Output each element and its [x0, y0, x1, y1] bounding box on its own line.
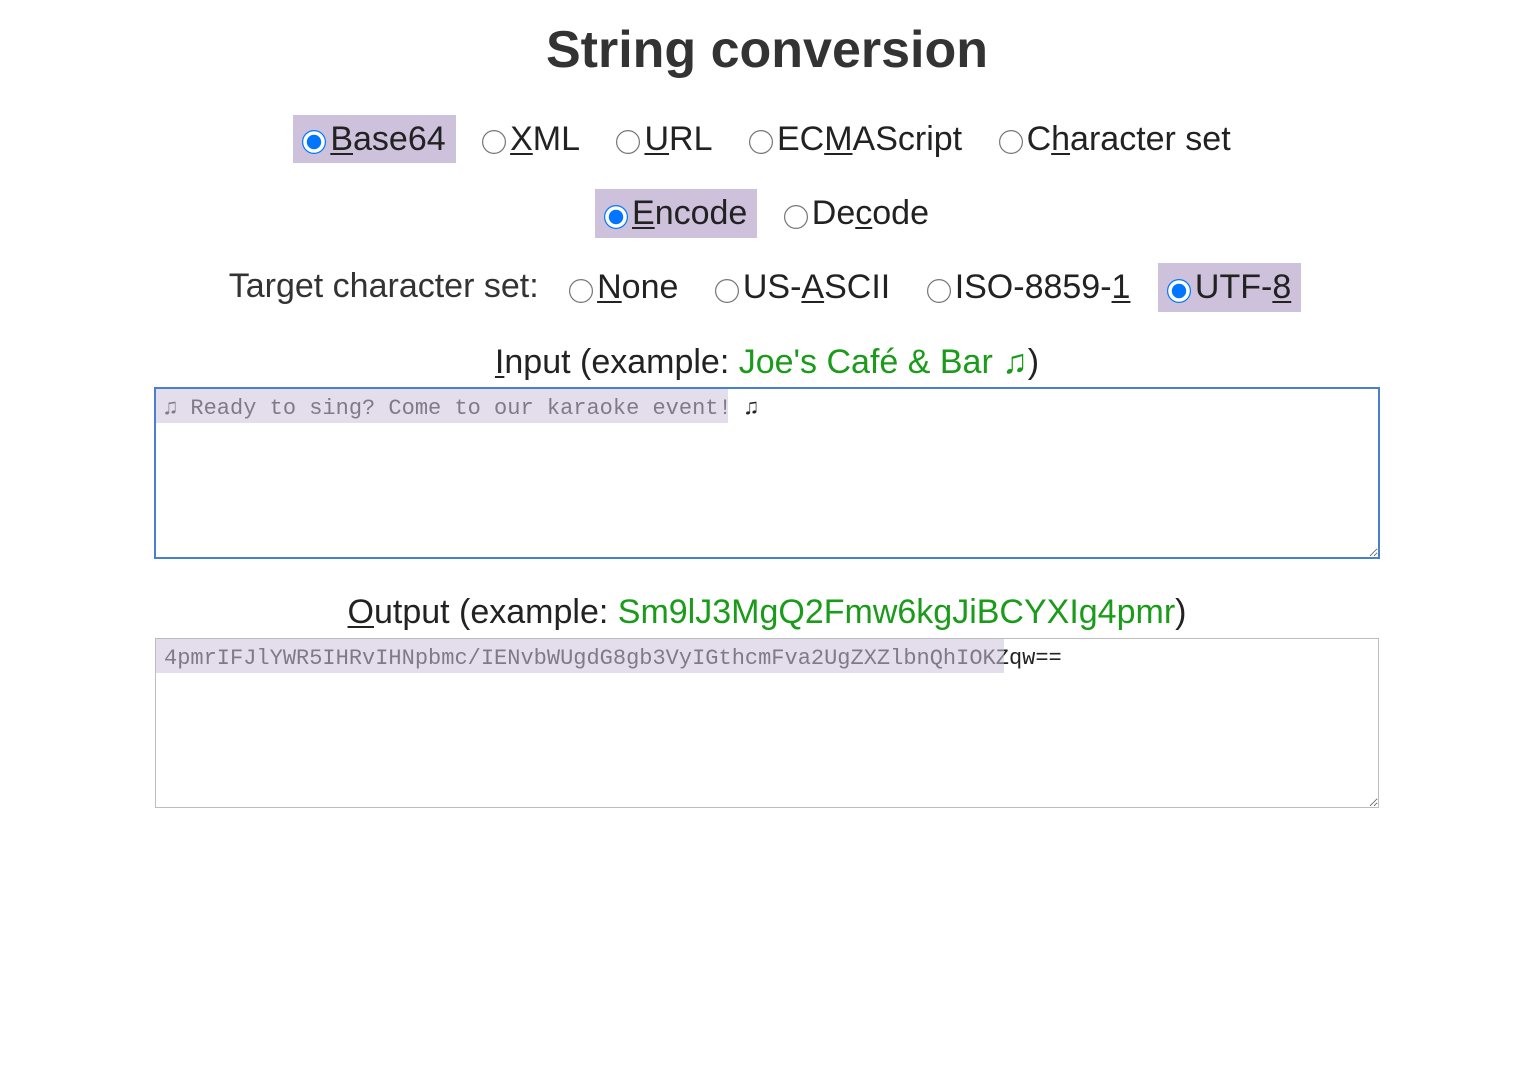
output-label-rest: utput (example: [374, 593, 618, 631]
charset-row: Target character set: None US-ASCII ISO-… [0, 259, 1534, 313]
charset-option-iso[interactable]: ISO-8859-1 [918, 263, 1141, 312]
mode-label-pre-ecma: EC [777, 120, 824, 158]
mode-option-url[interactable]: URL [607, 115, 722, 164]
input-textarea[interactable] [155, 388, 1379, 558]
output-label-close: ) [1175, 593, 1186, 631]
charset-radio-iso[interactable] [927, 279, 951, 303]
direction-option-encode[interactable]: Encode [595, 189, 757, 238]
output-textarea[interactable] [155, 638, 1379, 808]
input-label-rest: nput (example: [504, 343, 738, 381]
input-example-link[interactable]: Joe's Café & Bar ♫ [739, 343, 1028, 381]
mode-row: Base64 XML URL ECMAScript Character set [0, 110, 1534, 164]
mode-radio-base64[interactable] [302, 130, 326, 154]
charset-option-ascii[interactable]: US-ASCII [706, 263, 900, 312]
charset-radio-utf8[interactable] [1167, 279, 1191, 303]
output-section-title: Output (example: Sm9lJ3MgQ2Fmw6kgJiBCYXI… [0, 593, 1534, 632]
output-example-link[interactable]: Sm9lJ3MgQ2Fmw6kgJiBCYXIg4pmr [618, 593, 1175, 631]
mode-label-post-url: RL [669, 120, 712, 158]
direction-row: Encode Decode [0, 184, 1534, 238]
charset-label: Target character set: [229, 267, 539, 305]
charset-label-post-none: one [622, 268, 679, 306]
output-label-key: O [348, 593, 374, 631]
direction-label-key-decode: c [855, 194, 872, 232]
input-textarea-wrap [155, 388, 1379, 563]
direction-label-pre-decode: De [812, 194, 855, 232]
mode-label-key-base64: B [330, 120, 353, 158]
direction-radio-decode[interactable] [784, 205, 808, 229]
mode-radio-charset[interactable] [999, 130, 1023, 154]
mode-label-key-ecma: M [824, 120, 852, 158]
mode-label-post-charset: aracter set [1070, 120, 1231, 158]
charset-label-post-ascii: SCII [824, 268, 890, 306]
mode-label-key-url: U [644, 120, 669, 158]
mode-label-key-xml: X [510, 120, 533, 158]
direction-option-decode[interactable]: Decode [775, 189, 939, 238]
charset-label-key-iso: 1 [1112, 268, 1131, 306]
page-title: String conversion [0, 20, 1534, 80]
mode-option-ecma[interactable]: ECMAScript [740, 115, 972, 164]
mode-label-post-base64: ase64 [353, 120, 446, 158]
mode-option-xml[interactable]: XML [473, 115, 590, 164]
mode-radio-ecma[interactable] [749, 130, 773, 154]
mode-label-post-xml: ML [533, 120, 580, 158]
mode-label-post-ecma: AScript [853, 120, 963, 158]
direction-label-key-encode: E [632, 194, 655, 232]
charset-label-pre-utf8: UTF- [1195, 268, 1272, 306]
page-root: String conversion Base64 XML URL ECMAScr… [0, 0, 1534, 813]
input-label-close: ) [1028, 343, 1039, 381]
mode-radio-url[interactable] [616, 130, 640, 154]
charset-radio-ascii[interactable] [715, 279, 739, 303]
mode-label-pre-charset: C [1027, 120, 1052, 158]
charset-label-key-ascii: A [801, 268, 824, 306]
input-section-title: Input (example: Joe's Café & Bar ♫) [0, 343, 1534, 382]
mode-option-charset[interactable]: Character set [990, 115, 1241, 164]
direction-label-post-encode: ncode [655, 194, 748, 232]
direction-radio-encode[interactable] [604, 205, 628, 229]
charset-label-key-none: N [597, 268, 622, 306]
mode-option-base64[interactable]: Base64 [293, 115, 455, 164]
mode-radio-xml[interactable] [482, 130, 506, 154]
direction-label-post-decode: ode [872, 194, 929, 232]
charset-option-utf8[interactable]: UTF-8 [1158, 263, 1301, 312]
charset-label-key-utf8: 8 [1272, 268, 1291, 306]
charset-label-pre-iso: ISO-8859- [955, 268, 1112, 306]
mode-label-key-charset: h [1051, 120, 1070, 158]
charset-option-none[interactable]: None [560, 263, 688, 312]
output-textarea-wrap [155, 638, 1379, 813]
charset-label-pre-ascii: US- [743, 268, 802, 306]
charset-radio-none[interactable] [569, 279, 593, 303]
input-label-key: I [495, 343, 504, 381]
